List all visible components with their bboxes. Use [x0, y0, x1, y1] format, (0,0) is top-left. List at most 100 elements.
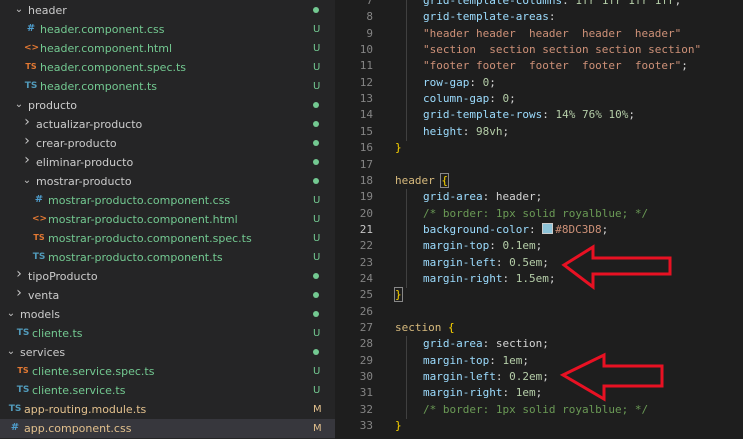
tree-folder[interactable]: › actualizar-producto — [0, 115, 335, 134]
tree-file[interactable]: TS header.component.spec.ts U — [0, 58, 335, 77]
code-token: { — [440, 172, 449, 188]
color-swatch-icon[interactable] — [542, 222, 554, 234]
chevron-down-icon[interactable]: ⌄ — [14, 4, 24, 16]
tree-file[interactable]: <> mostrar-producto.component.html U — [0, 210, 335, 229]
code-token: 0.2em — [509, 370, 543, 384]
tree-folder[interactable]: ⌄ models — [0, 305, 335, 324]
tree-file[interactable]: TS cliente.ts U — [0, 324, 335, 343]
line-number: 33 — [359, 419, 373, 433]
code-line[interactable]: 16} — [335, 140, 743, 156]
code-line[interactable]: 30 margin-left: 0.2em; — [335, 369, 743, 387]
file-name: mostrar-producto.component.spec.ts — [48, 232, 252, 245]
tree-folder[interactable]: › eliminar-producto — [0, 153, 335, 172]
tree-folder[interactable]: ⌄ mostrar-producto — [0, 172, 335, 191]
code-line[interactable]: 26 — [335, 304, 743, 320]
code-token: : — [528, 222, 543, 236]
spec-file-icon: TS — [25, 62, 37, 71]
tree-file[interactable]: TS header.component.ts U — [0, 77, 335, 96]
code-line[interactable]: 15 height: 98vh; — [335, 123, 743, 141]
file-name: header.component.html — [40, 42, 173, 55]
tree-file[interactable]: TS app-routing.module.ts M — [0, 400, 335, 419]
line-number: 22 — [359, 239, 373, 253]
chevron-right-icon[interactable]: › — [22, 134, 32, 148]
chevron-right-icon[interactable]: › — [22, 115, 32, 129]
line-number: 32 — [359, 402, 373, 416]
git-status-badge: U — [313, 233, 321, 244]
chevron-right-icon[interactable]: › — [14, 286, 24, 300]
line-number: 27 — [359, 321, 373, 334]
code-line[interactable]: 25} — [335, 287, 743, 303]
code-token: 1fr 1fr 1fr 1fr — [575, 0, 675, 7]
tree-file[interactable]: TS mostrar-producto.component.ts U — [0, 248, 335, 267]
code-line[interactable]: 24 margin-right: 1.5em; — [335, 270, 743, 288]
chevron-down-icon[interactable]: ⌄ — [6, 346, 16, 358]
code-line[interactable]: 17 — [335, 157, 743, 173]
code-line[interactable]: 11 "footer footer footer footer footer"; — [335, 58, 743, 76]
chevron-right-icon[interactable]: › — [22, 153, 32, 167]
code-line[interactable]: 31 margin-right: 1em; — [335, 385, 743, 403]
ts-file-icon: TS — [8, 404, 22, 414]
code-line[interactable]: 7 grid-template-columns: 1fr 1fr 1fr 1fr; — [335, 0, 743, 10]
indent-guide — [406, 9, 407, 27]
code-line[interactable]: 20 /* border: 1px solid royalblue; */ — [335, 205, 743, 223]
code-line[interactable]: 18 header { — [335, 172, 743, 189]
code-line[interactable]: 8 grid-template-areas: — [335, 9, 743, 27]
folder-name: mostrar-producto — [36, 175, 132, 188]
code-line[interactable]: 9 "header header header header header" — [335, 25, 743, 43]
tree-file[interactable]: # header.component.css U — [0, 20, 335, 39]
code-text: "header header header header header" — [423, 26, 681, 42]
tree-folder[interactable]: ⌄ producto — [0, 96, 335, 115]
code-line[interactable]: 33} — [335, 418, 743, 434]
tree-file[interactable]: TS cliente.service.spec.ts U — [0, 362, 335, 381]
chevron-down-icon[interactable]: ⌄ — [6, 308, 16, 320]
code-line[interactable]: 13 column-gap: 0; — [335, 91, 743, 109]
line-number: 13 — [359, 92, 373, 106]
code-text: margin-top: 1em; — [423, 353, 529, 369]
code-token: : — [462, 124, 476, 138]
tree-file[interactable]: # mostrar-producto.component.css U — [0, 191, 335, 210]
git-status-dot-icon — [313, 121, 319, 127]
tree-file[interactable]: # app.component.css M — [0, 419, 335, 438]
tree-file[interactable]: <> header.component.html U — [0, 39, 335, 58]
line-number: 23 — [359, 255, 373, 269]
file-name: cliente.ts — [32, 327, 83, 340]
tree-folder[interactable]: ⌄ services — [0, 343, 335, 362]
line-number: 24 — [359, 271, 373, 285]
tree-file[interactable]: TS mostrar-producto.component.spec.ts U — [0, 229, 335, 248]
tree-file[interactable]: TS cliente.service.ts U — [0, 381, 335, 400]
git-status-badge: U — [313, 24, 321, 35]
code-line[interactable]: 29 margin-top: 1em; — [335, 352, 743, 370]
code-line[interactable]: 10 "section section section section secti… — [335, 42, 743, 60]
code-line[interactable]: 27 section { — [335, 320, 743, 336]
chevron-right-icon[interactable]: › — [14, 267, 24, 281]
code-token: ; — [542, 255, 549, 269]
code-line[interactable]: 32 /* border: 1px solid royalblue; */ — [335, 401, 743, 419]
code-line[interactable]: 22 margin-top: 0.1em; — [335, 238, 743, 256]
indent-guide — [406, 42, 407, 60]
code-token: ; — [502, 124, 510, 138]
git-status-badge: U — [313, 328, 321, 339]
code-line[interactable]: 12 row-gap: 0; — [335, 74, 743, 92]
file-name: app.component.css — [24, 422, 132, 435]
code-token: ; — [681, 59, 688, 73]
line-number: 9 — [366, 26, 373, 40]
code-line[interactable]: 19 grid-area: header; — [335, 189, 743, 207]
code-line[interactable]: 28 grid-area: section; — [335, 336, 743, 354]
code-line[interactable]: 14 grid-template-rows: 14% 76% 10%; — [335, 107, 743, 125]
code-token: ; — [522, 353, 529, 367]
tree-folder[interactable]: › crear-producto — [0, 134, 335, 153]
code-line[interactable]: 21 background-color: #8DC3D8; — [335, 221, 743, 239]
chevron-down-icon[interactable]: ⌄ — [14, 99, 24, 111]
chevron-down-icon[interactable]: ⌄ — [22, 175, 32, 187]
line-number: 7 — [366, 0, 373, 7]
tree-folder[interactable]: › tipoProducto — [0, 267, 335, 286]
code-line[interactable]: 23 margin-left: 0.5em; — [335, 254, 743, 272]
code-token: ; — [489, 75, 496, 89]
code-token: 1em — [502, 353, 523, 367]
tree-folder[interactable]: ⌄ header — [0, 1, 335, 20]
code-token: row-gap — [423, 75, 470, 89]
code-editor[interactable]: 7 grid-template-columns: 1fr 1fr 1fr 1fr;… — [335, 0, 743, 439]
code-text: "section section section section section… — [423, 42, 701, 58]
tree-folder[interactable]: › venta — [0, 286, 335, 305]
code-token: ; — [509, 92, 516, 106]
